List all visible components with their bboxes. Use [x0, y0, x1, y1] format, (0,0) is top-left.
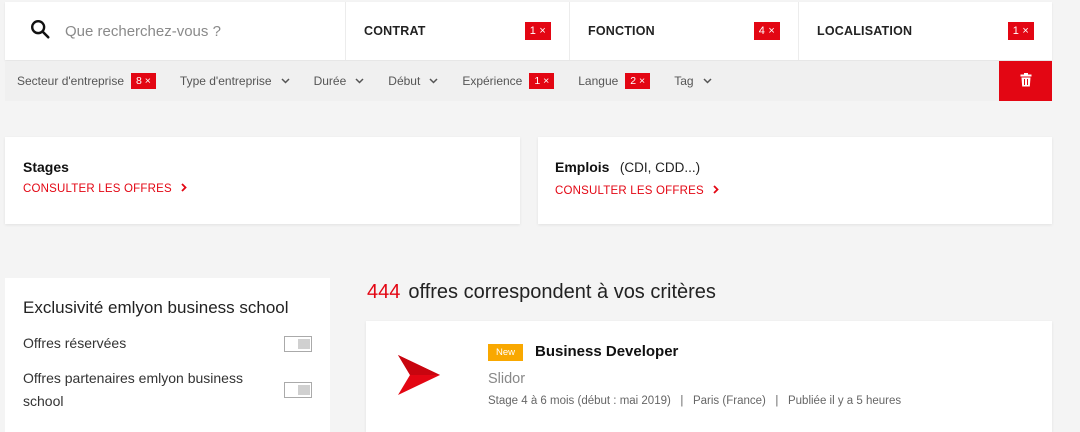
job-title[interactable]: Business Developer [535, 343, 678, 360]
filter-contrat[interactable]: CONTRAT 1 × [345, 2, 569, 60]
link-label: CONSULTER LES OFFRES [23, 183, 172, 195]
search-filter-bar: CONTRAT 1 × FONCTION 4 × LOCALISATION 1 … [5, 2, 1052, 60]
filter-label: CONTRAT [364, 24, 426, 38]
link-label: CONSULTER LES OFFRES [555, 185, 704, 197]
chevron-down-icon [281, 76, 290, 87]
results-text: offres correspondent à vos critères [408, 281, 716, 303]
subfilter-badge[interactable]: 2 × [625, 73, 651, 89]
filter-count-badge[interactable]: 4 × [753, 22, 780, 40]
option-label: Offres réservées [23, 335, 127, 351]
subfilter-type-entreprise[interactable]: Type d'entreprise [180, 74, 290, 88]
toggle-switch[interactable] [284, 335, 312, 352]
filter-localisation[interactable]: LOCALISATION 1 × [798, 2, 1052, 60]
subfilter-debut[interactable]: Début [388, 74, 438, 88]
subfilter-label: Secteur d'entreprise [17, 74, 125, 88]
subfilter-label: Durée [313, 74, 347, 88]
option-offres-reservees: Offres réservées [23, 332, 312, 355]
subfilter-secteur[interactable]: Secteur d'entreprise 8 × [17, 73, 156, 89]
chevron-right-icon [181, 183, 188, 195]
option-offres-partenaires: Offres partenaires emlyon business schoo… [23, 367, 312, 413]
consult-offers-link[interactable]: CONSULTER LES OFFRES [555, 185, 1035, 197]
company-logo [396, 353, 442, 402]
subfilter-tag[interactable]: Tag [674, 74, 712, 88]
subfilter-label: Tag [674, 74, 694, 88]
filter-count-badge[interactable]: 1 × [524, 22, 551, 40]
consult-offers-link[interactable]: CONSULTER LES OFFRES [23, 183, 502, 195]
secondary-filter-bar: Secteur d'entreprise 8 × Type d'entrepri… [5, 61, 1052, 101]
subfilter-langue[interactable]: Langue 2 × [578, 73, 651, 89]
search-box[interactable] [5, 2, 345, 60]
subfilter-label: Début [388, 74, 421, 88]
filter-fonction[interactable]: FONCTION 4 × [569, 2, 798, 60]
stages-card[interactable]: Stages CONSULTER LES OFFRES [5, 137, 520, 224]
new-badge: New [488, 344, 524, 361]
chevron-down-icon [703, 76, 712, 87]
emplois-card[interactable]: Emplois (CDI, CDD...) CONSULTER LES OFFR… [538, 137, 1052, 224]
card-title: Emplois [555, 159, 610, 175]
trash-icon [1020, 72, 1032, 90]
search-input[interactable] [65, 22, 315, 40]
company-name: Slidor [488, 371, 526, 387]
subfilter-label: Type d'entreprise [179, 74, 272, 88]
toggle-switch[interactable] [284, 382, 312, 398]
filter-label: FONCTION [588, 24, 655, 38]
card-title: Stages [23, 159, 69, 175]
card-subtitle: (CDI, CDD...) [619, 160, 701, 175]
subfilter-label: Langue [578, 74, 619, 88]
subfilter-duree[interactable]: Durée [314, 74, 365, 88]
panel-title: Exclusivité emlyon business school [23, 298, 289, 317]
filter-count-badge[interactable]: 1 × [1007, 22, 1034, 40]
chevron-down-icon [355, 76, 364, 87]
filter-label: LOCALISATION [817, 24, 913, 38]
option-label: Offres partenaires emlyon business schoo… [23, 370, 243, 409]
clear-filters-button[interactable] [999, 61, 1052, 101]
results-number: 444 [367, 281, 401, 303]
offer-card[interactable]: New Business Developer Slidor Stage 4 à … [366, 321, 1052, 432]
offer-meta: Stage 4 à 6 mois (début : mai 2019) | Pa… [488, 395, 902, 407]
chevron-right-icon [713, 185, 720, 197]
results-count: 444 offres correspondent à vos critères [367, 281, 716, 304]
subfilter-badge[interactable]: 8 × [131, 73, 156, 89]
chevron-down-icon [429, 76, 438, 87]
subfilter-label: Expérience [462, 74, 523, 88]
subfilter-badge[interactable]: 1 × [529, 73, 555, 89]
subfilter-experience[interactable]: Expérience 1 × [462, 73, 555, 89]
search-icon[interactable] [29, 18, 51, 45]
exclusivity-panel: Exclusivité emlyon business school Offre… [5, 278, 330, 432]
